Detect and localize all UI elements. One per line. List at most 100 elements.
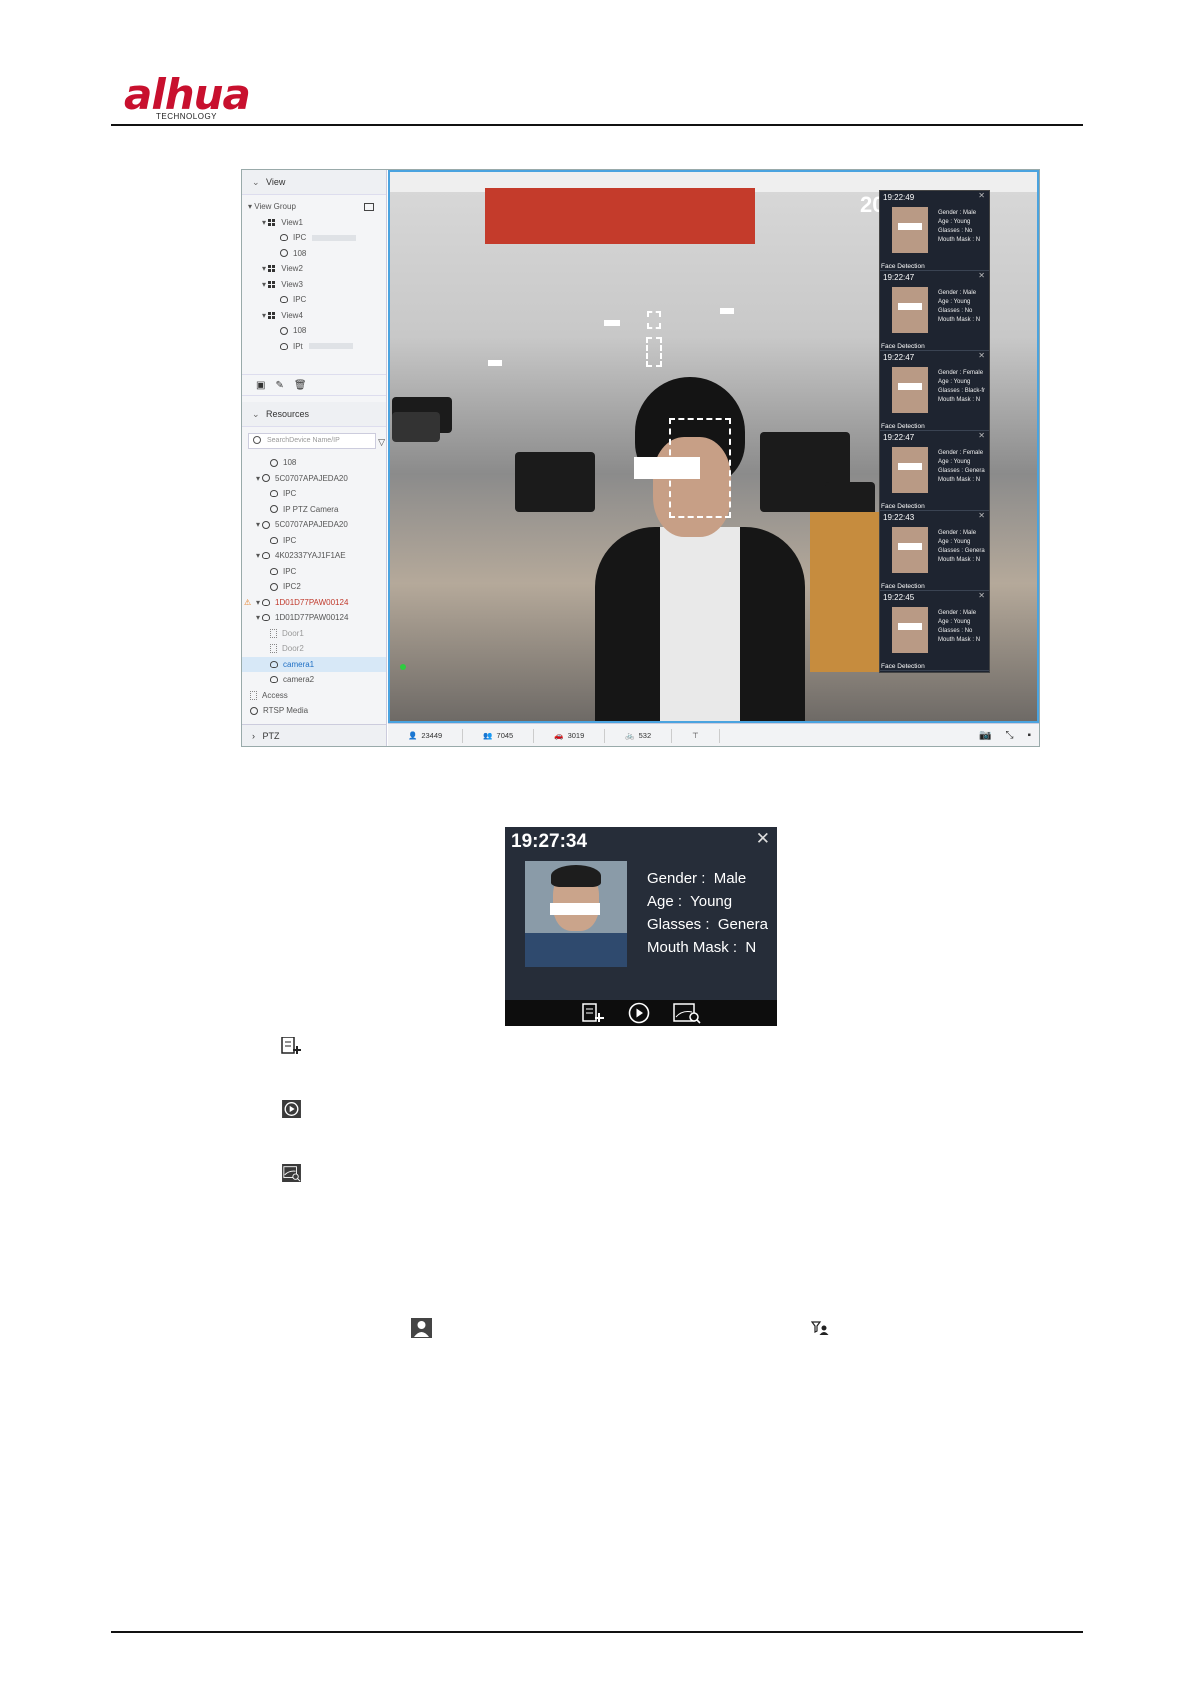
detection-card[interactable]: 19:22:47 ✕ Gender : Female Age : Young Glass…	[880, 431, 989, 511]
playback-icon[interactable]	[627, 1002, 651, 1024]
add-view-icon[interactable]: ▣	[256, 380, 265, 391]
detection-card[interactable]: 19:22:45 ✕ Gender : Male Age : Young Glasses…	[880, 591, 989, 671]
ptz-section-header[interactable]: › PTZ	[242, 724, 386, 746]
tree-item-label: View1	[281, 217, 303, 227]
close-icon[interactable]: ✕	[978, 271, 985, 280]
resource-tree-item[interactable]: camera2	[242, 672, 386, 688]
close-icon[interactable]: ✕	[978, 591, 985, 600]
globe-icon	[250, 706, 258, 715]
close-icon[interactable]: ✕	[756, 829, 770, 849]
view-tree-item[interactable]: ▾ View3	[242, 277, 386, 293]
dome-icon	[262, 474, 271, 483]
search-by-image-icon[interactable]	[673, 1002, 701, 1024]
dome-icon	[270, 505, 278, 514]
resource-tree-item[interactable]: ▾ 1D01D77PAW00124	[242, 610, 386, 626]
view-group-row[interactable]: ▾ View Group	[242, 199, 386, 215]
attr-label: Age :	[938, 219, 953, 225]
resource-tree-item[interactable]: IPC2	[242, 579, 386, 595]
face-privacy-mask	[550, 903, 600, 915]
warning-icon: ⚠	[244, 597, 252, 607]
resource-tree-item[interactable]: RTSP Media	[242, 703, 386, 719]
filter-icon[interactable]: ▽	[378, 435, 385, 449]
chevron-down-icon[interactable]: ▾	[256, 613, 260, 622]
snapshot-icon[interactable]: 📷	[979, 730, 991, 741]
resource-tree-item[interactable]: ▾ 5C0707APAJEDA20	[242, 471, 386, 487]
resource-tree-item[interactable]: Door1	[242, 626, 386, 642]
resource-tree-item[interactable]: IPC	[242, 564, 386, 580]
close-icon[interactable]: ✕	[978, 191, 985, 200]
detection-face-snapshot[interactable]	[892, 447, 928, 493]
resource-tree-item[interactable]: Access	[242, 688, 386, 704]
panel-toggle-icon[interactable]	[364, 203, 374, 211]
detection-face-snapshot[interactable]	[892, 207, 928, 253]
resource-tree-item[interactable]: ▾ 4K02337YAJ1F1AE	[242, 548, 386, 564]
close-icon[interactable]: ✕	[978, 351, 985, 360]
view-tree-item[interactable]: ▾ View2	[242, 261, 386, 277]
detection-card[interactable]: 19:22:47 ✕ Gender : Female Age : Young Glass…	[880, 351, 989, 431]
tree-item-label: 108	[293, 326, 307, 335]
view-tree-item[interactable]: IPC	[242, 230, 386, 246]
camera-icon	[262, 614, 271, 622]
close-icon[interactable]: ✕	[978, 431, 985, 440]
attr-label: Gender :	[938, 450, 962, 456]
tree-item-label: IPt	[293, 341, 303, 351]
view-tree: ▾ View Group ▾ View1 IPC 108 ▾ View2 ▾ View3…	[242, 195, 386, 374]
camera-icon	[262, 552, 271, 560]
live-video-window[interactable]: 201 19:22:49✕Gender : MaleAge : YoungGla…	[388, 170, 1039, 723]
face-detection-box	[669, 418, 731, 518]
resource-tree-item[interactable]: ⚠ ▾ 1D01D77PAW00124	[242, 595, 386, 611]
detection-card[interactable]: 19:22:47 ✕ Gender : Male Age : Young Glasses…	[880, 271, 989, 351]
view-tree-item[interactable]: ▾ View1	[242, 215, 386, 231]
resource-tree-item[interactable]: IPC	[242, 486, 386, 502]
detection-face-snapshot[interactable]	[892, 367, 928, 413]
face-snapshot[interactable]	[525, 861, 627, 967]
filter-stat[interactable]: ⊤	[672, 728, 720, 743]
view-tree-item[interactable]: 108	[242, 323, 386, 339]
resource-tree-item[interactable]: IP PTZ Camera	[242, 502, 386, 518]
resources-section-header[interactable]: ⌄ Resources	[242, 402, 386, 427]
delete-icon[interactable]: 🗑	[294, 380, 307, 391]
view-section-header[interactable]: ⌄ View	[242, 170, 386, 195]
face-privacy-mask	[898, 223, 922, 230]
chevron-down-icon[interactable]: ▾	[256, 551, 260, 560]
chevron-down-icon[interactable]: ▾	[256, 598, 260, 607]
view-tree-item[interactable]: IPt	[242, 339, 386, 355]
dome-icon	[280, 249, 288, 258]
view-tree-item[interactable]: 108	[242, 246, 386, 262]
attr-label: Age :	[938, 539, 953, 545]
camera-icon	[270, 490, 278, 498]
video-sofa	[392, 412, 440, 442]
attr-value: N	[975, 637, 981, 643]
resource-tree-item[interactable]: 108	[242, 455, 386, 471]
edit-icon[interactable]: ✎	[275, 380, 283, 391]
resource-tree-item[interactable]: IPC	[242, 533, 386, 549]
tree-item-label: Door1	[282, 628, 304, 638]
video-desk	[810, 512, 880, 672]
close-icon[interactable]: ✕	[978, 511, 985, 520]
view-tree-item[interactable]: IPC	[242, 292, 386, 308]
tree-item-label: IPC	[293, 233, 307, 242]
attr-label: Glasses :	[938, 228, 964, 234]
device-search-input[interactable]: SearchDevice Name/IP ▽	[248, 433, 385, 449]
logo-brand: alhua	[124, 70, 251, 119]
window-settings-icon[interactable]: ▪	[1027, 730, 1031, 741]
resource-tree-item[interactable]: ▾ 5C0707APAJEDA20	[242, 517, 386, 533]
fullscreen-icon[interactable]: ⤡	[1005, 730, 1013, 741]
detection-card[interactable]: 19:22:49 ✕ Gender : Male Age : Young Glasses…	[880, 191, 989, 271]
chevron-down-icon[interactable]: ▾	[256, 520, 260, 529]
resource-tree-item[interactable]: Door2	[242, 641, 386, 657]
chevron-down-icon[interactable]: ▾	[256, 474, 260, 483]
attr-glasses: Glasses : Genera	[938, 467, 985, 476]
filter-person-icon[interactable]: ⊤	[692, 731, 699, 740]
detection-face-snapshot[interactable]	[892, 607, 928, 653]
attr-label: Gender :	[938, 210, 962, 216]
detection-card[interactable]: 19:22:43 ✕ Gender : Male Age : Young Glasses…	[880, 511, 989, 591]
resource-tree-item[interactable]: camera1	[242, 656, 386, 672]
detection-face-snapshot[interactable]	[892, 287, 928, 333]
attr-age: Age : Young	[938, 458, 985, 467]
detection-face-snapshot[interactable]	[892, 527, 928, 573]
add-to-database-icon[interactable]	[581, 1003, 605, 1023]
view-tree-item[interactable]: ▾ View4	[242, 308, 386, 324]
attr-mask: Mouth Mask : N	[938, 636, 980, 645]
attr-gender: Gender : Male	[647, 867, 768, 890]
